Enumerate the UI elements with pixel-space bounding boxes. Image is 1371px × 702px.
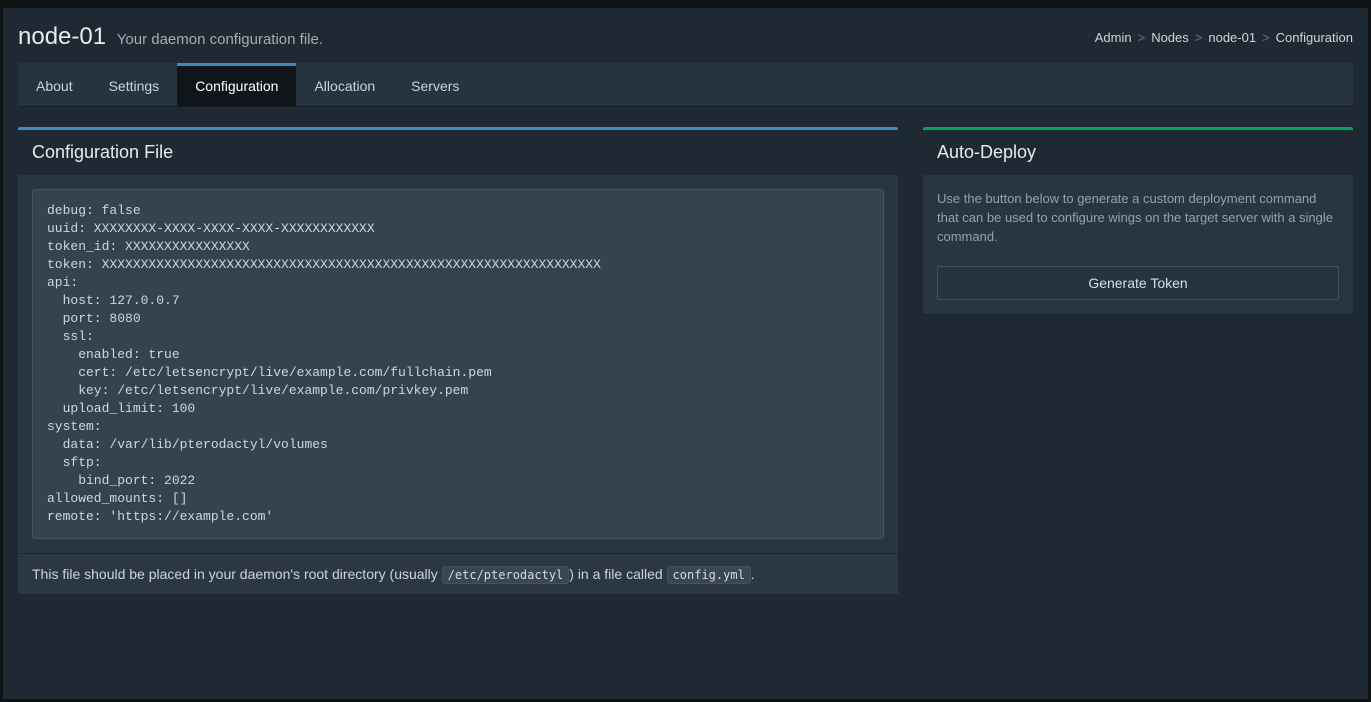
auto-deploy-box: Auto-Deploy Use the button below to gene…	[923, 127, 1353, 314]
page-subtitle: Your daemon configuration file.	[117, 31, 323, 48]
box-header: Auto-Deploy	[923, 130, 1353, 175]
filename-code: config.yml	[667, 566, 751, 584]
tab-configuration[interactable]: Configuration	[177, 63, 296, 106]
tab-servers[interactable]: Servers	[393, 63, 477, 106]
breadcrumb: Admin > Nodes > node-01 > Configuration	[1095, 30, 1353, 45]
box-header: Configuration File	[18, 130, 898, 175]
chevron-right-icon: >	[1262, 30, 1270, 45]
config-file-content[interactable]: debug: false uuid: XXXXXXXX-XXXX-XXXX-XX…	[32, 189, 884, 539]
chevron-right-icon: >	[1138, 30, 1146, 45]
tab-settings[interactable]: Settings	[91, 63, 178, 106]
generate-token-button[interactable]: Generate Token	[937, 266, 1339, 300]
breadcrumb-current: Configuration	[1276, 30, 1353, 45]
configuration-file-box: Configuration File debug: false uuid: XX…	[18, 127, 898, 594]
box-body: Use the button below to generate a custo…	[923, 175, 1353, 314]
chevron-right-icon: >	[1195, 30, 1203, 45]
tab-allocation[interactable]: Allocation	[296, 63, 393, 106]
page-title-text: node-01	[18, 23, 106, 50]
breadcrumb-node[interactable]: node-01	[1208, 30, 1256, 45]
nav-tabs: About Settings Configuration Allocation …	[18, 63, 1353, 107]
auto-deploy-description: Use the button below to generate a custo…	[937, 189, 1339, 246]
box-body: debug: false uuid: XXXXXXXX-XXXX-XXXX-XX…	[18, 175, 898, 553]
tab-about[interactable]: About	[18, 63, 91, 106]
box-title: Configuration File	[32, 142, 884, 163]
footer-text: This file should be placed in your daemo…	[32, 566, 755, 582]
path-code: /etc/pterodactyl	[442, 566, 570, 584]
breadcrumb-nodes[interactable]: Nodes	[1151, 30, 1189, 45]
box-footer: This file should be placed in your daemo…	[18, 553, 898, 594]
box-title: Auto-Deploy	[937, 142, 1339, 163]
content-header: node-01 Your daemon configuration file. …	[18, 23, 1353, 51]
breadcrumb-admin[interactable]: Admin	[1095, 30, 1132, 45]
page-title: node-01 Your daemon configuration file.	[18, 23, 323, 51]
